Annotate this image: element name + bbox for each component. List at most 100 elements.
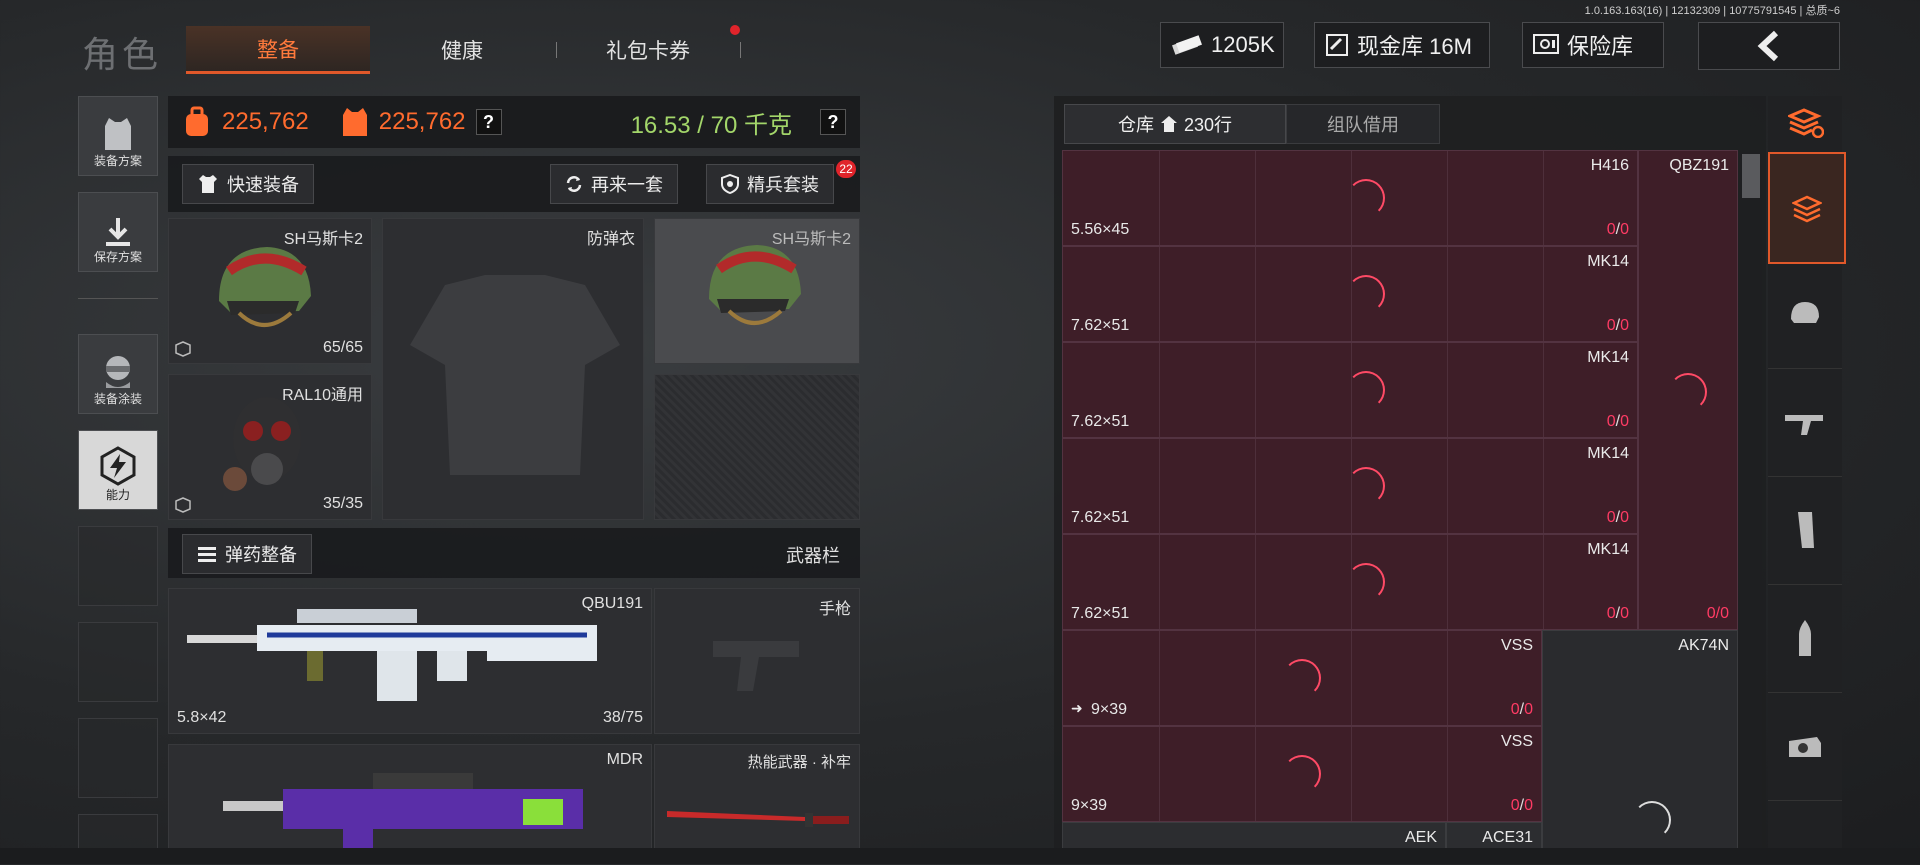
elite-set-button[interactable]: 精兵套装: [706, 164, 834, 204]
stack-refresh-icon[interactable]: [1788, 108, 1824, 138]
quick-equip-button[interactable]: 快速装备: [182, 164, 314, 204]
sidebar-item-label: 装备涂装: [93, 392, 142, 406]
primary-ammo-count: 38/75: [602, 709, 643, 726]
loading-spinner-icon: [1669, 373, 1707, 411]
empty-gear-slot[interactable]: [654, 374, 860, 520]
ammo-equip-label: 弹药整备: [225, 545, 297, 565]
item-name: MK14: [1587, 253, 1629, 270]
loading-spinner-icon: [1347, 371, 1385, 409]
vest-value: 225,762: [378, 108, 466, 135]
reroll-label: 再来一套: [591, 175, 663, 195]
primary-caliber: 5.8×42: [177, 709, 227, 726]
tab-health[interactable]: 健康: [370, 26, 554, 74]
item-caliber: 9×39: [1071, 797, 1108, 814]
sidebar-save-plan[interactable]: 保存方案: [78, 192, 158, 272]
warehouse-item-row[interactable]: MK14 7.62×51 0/0: [1062, 534, 1638, 630]
grid-line: [1543, 247, 1544, 341]
warehouse-item-row[interactable]: VSS 9×39 ➜ 0/0: [1062, 630, 1542, 726]
grid-line: [1447, 727, 1448, 821]
pistol-slot[interactable]: 手枪: [654, 588, 860, 734]
notification-dot: [730, 25, 740, 35]
sidebar-gear-skins[interactable]: 装备涂装: [78, 334, 158, 414]
grid-line: [1159, 631, 1160, 725]
reroll-button[interactable]: 再来一套: [550, 164, 678, 204]
helmet-slot[interactable]: SH马斯卡2 65/65: [168, 218, 372, 364]
category-magazine[interactable]: [1768, 476, 1842, 585]
item-ammo-count: 0/0: [1607, 413, 1629, 431]
warehouse-dark-item[interactable]: AK74N: [1542, 630, 1738, 850]
weight-help-button[interactable]: ?: [820, 109, 846, 135]
secondary-weapon-slot[interactable]: MDR: [168, 744, 652, 864]
tab-divider: [740, 42, 741, 58]
sidebar-item-label: 装备方案: [93, 154, 142, 168]
warehouse-bottom-item[interactable]: AEK: [1062, 822, 1446, 850]
ammo-max: 0: [1620, 413, 1629, 430]
sidebar-item-label: 保存方案: [93, 250, 142, 264]
ammo-max: 0: [1524, 797, 1533, 814]
loading-spinner-icon: [1347, 275, 1385, 313]
weight-display: 16.53 / 70 千克: [630, 111, 792, 139]
warehouse-item-row[interactable]: MK14 7.62×51 0/0: [1062, 342, 1638, 438]
warehouse-item-row[interactable]: VSS 9×39 0/0: [1062, 726, 1542, 822]
grid-line: [1447, 631, 1448, 725]
grid-line: [1255, 535, 1256, 629]
backpack-icon: [182, 106, 212, 138]
warehouse-item-row[interactable]: MK14 7.62×51 0/0: [1062, 438, 1638, 534]
warehouse-side-item[interactable]: QBZ191 0/0: [1638, 150, 1738, 630]
armor-name: 防弹衣: [586, 231, 635, 248]
grid-line: [1159, 535, 1160, 629]
grid-line: [1255, 343, 1256, 437]
warehouse-item-row[interactable]: H416 5.56×45 0/0: [1062, 150, 1638, 246]
item-name: H416: [1590, 157, 1629, 174]
back-arrow-icon: [1757, 30, 1779, 62]
tab-equip[interactable]: 整备: [186, 26, 370, 74]
item-ammo-count: 0/0: [1607, 317, 1629, 335]
ammo-max: 0: [1620, 221, 1629, 238]
scroll-thumb[interactable]: [1742, 154, 1760, 198]
help-button[interactable]: ?: [475, 109, 502, 135]
warehouse-item-row[interactable]: MK14 7.62×51 0/0: [1062, 246, 1638, 342]
category-helmet[interactable]: [1768, 260, 1842, 369]
category-rifle[interactable]: [1768, 368, 1842, 477]
sidebar-abilities[interactable]: 能力: [78, 430, 158, 510]
grid-line: [1447, 343, 1448, 437]
armor-slot[interactable]: 防弹衣: [382, 218, 644, 520]
warehouse-bottom-item[interactable]: ACE31: [1446, 822, 1542, 850]
primary-weapon-slot[interactable]: QBU191 5.8×42 38/75: [168, 588, 652, 734]
loading-spinner-icon: [1633, 801, 1671, 839]
back-button[interactable]: [1698, 22, 1840, 70]
grid-line: [1159, 247, 1160, 341]
item-caliber: 7.62×51: [1071, 413, 1130, 430]
bottom-item-name: ACE31: [1482, 829, 1533, 846]
ammo-equip-button[interactable]: 弹药整备: [182, 534, 312, 574]
loading-spinner-icon: [1347, 563, 1385, 601]
helmet-skin-slot[interactable]: SH马斯卡2: [654, 218, 860, 364]
soldier-head-icon: [106, 356, 130, 388]
item-name: MK14: [1587, 349, 1629, 366]
safe-icon: [1533, 34, 1559, 56]
safe-label: 保险库: [1567, 34, 1634, 59]
helmet-image: [219, 247, 311, 327]
version-text: 1.0.163.163(16) | 12132309 | 10775791545…: [1584, 5, 1840, 17]
item-ammo-count: 0/0: [1607, 509, 1629, 527]
vault-button[interactable]: 现金库 16M: [1314, 22, 1490, 68]
category-all[interactable]: [1768, 152, 1846, 264]
item-name: VSS: [1500, 637, 1533, 654]
warehouse-tabs: 仓库 230行 组队借用: [1064, 104, 1440, 144]
warehouse-scrollbar[interactable]: [1740, 152, 1762, 852]
category-ammo[interactable]: [1768, 584, 1842, 693]
tab-warehouse[interactable]: 仓库 230行: [1064, 104, 1286, 144]
tab-gift-coupons[interactable]: 礼包卡券: [556, 26, 740, 74]
sidebar-loadout-plans[interactable]: 装备方案: [78, 96, 158, 176]
sidebar-empty-slot: [78, 718, 158, 798]
category-scope[interactable]: [1768, 692, 1842, 801]
grid-line: [1255, 631, 1256, 725]
ammo-current: 0: [1606, 221, 1616, 238]
melee-slot[interactable]: 热能武器 · 补牢: [654, 744, 860, 864]
tab-team-borrow[interactable]: 组队借用: [1286, 104, 1440, 144]
melee-name: 热能武器 · 补牢: [747, 754, 851, 771]
safe-button[interactable]: 保险库: [1522, 22, 1664, 68]
mask-slot[interactable]: RAL10通用 35/35: [168, 374, 372, 520]
grid-line: [1543, 343, 1544, 437]
magazine-icon: [1798, 512, 1814, 548]
